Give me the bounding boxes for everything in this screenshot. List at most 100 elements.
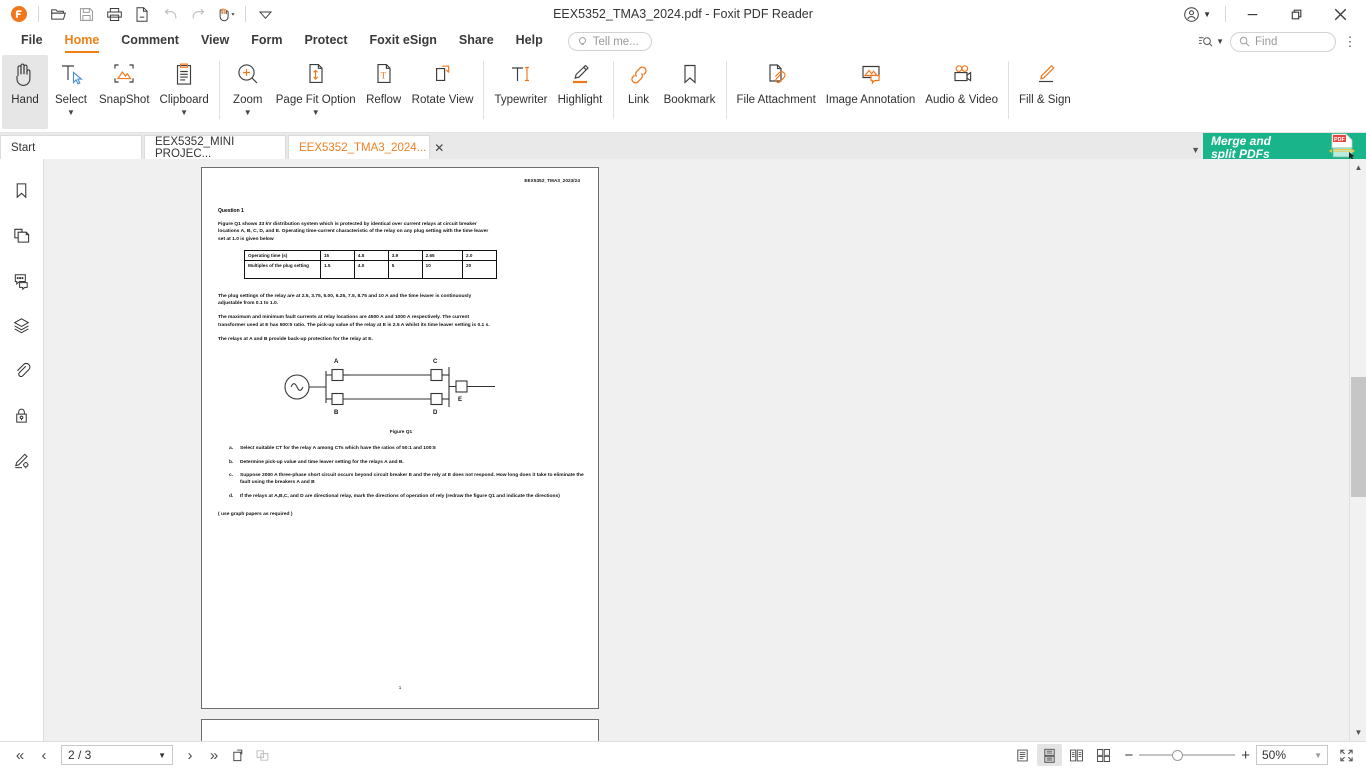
file-attachment-icon xyxy=(762,59,790,91)
rotate-page-button[interactable] xyxy=(226,744,250,766)
zoom-caret-icon[interactable]: ▼ xyxy=(244,108,252,117)
page-thumbnails-icon[interactable] xyxy=(9,222,35,248)
menu-share[interactable]: Share xyxy=(448,28,505,55)
zoom-slider[interactable] xyxy=(1139,749,1236,761)
search-options-button[interactable]: ▼ xyxy=(1198,34,1224,49)
ribbon-typewriter-label: Typewriter xyxy=(494,94,548,106)
layers-icon[interactable] xyxy=(9,312,35,338)
single-page-mode-button[interactable] xyxy=(1010,744,1035,766)
ribbon-reflow-button[interactable]: T Reflow xyxy=(361,55,407,129)
list-marker: b. xyxy=(229,459,234,465)
ribbon-reflow-label: Reflow xyxy=(366,94,402,106)
horizontal-scrollbar[interactable] xyxy=(44,736,1349,741)
tab-overflow-caret-icon[interactable]: ▼ xyxy=(1191,145,1200,155)
ribbon-fill-sign-button[interactable]: Fill & Sign xyxy=(1014,55,1076,129)
email-icon[interactable] xyxy=(129,2,155,26)
ribbon-typewriter-button[interactable]: Typewriter xyxy=(489,55,552,129)
account-button[interactable]: ▼ xyxy=(1179,6,1221,23)
page-fit-icon xyxy=(302,59,330,91)
ribbon-file-attachment-button[interactable]: File Attachment xyxy=(732,55,821,129)
menu-home[interactable]: Home xyxy=(54,28,111,55)
two-page-continuous-mode-button[interactable] xyxy=(1091,744,1116,766)
page-number-input[interactable]: 2 / 3 ▼ xyxy=(61,745,173,765)
ribbon-image-annotation-button[interactable]: Image Annotation xyxy=(821,55,921,129)
continuous-scroll-mode-button[interactable] xyxy=(1037,744,1063,766)
vertical-scrollbar[interactable]: ▲ ▼ xyxy=(1349,159,1366,741)
menu-comment[interactable]: Comment xyxy=(110,28,190,55)
quick-access-toolbar xyxy=(0,2,278,26)
first-page-button[interactable]: « xyxy=(8,744,32,766)
more-options-icon[interactable]: ⋮ xyxy=(1342,35,1358,48)
comments-icon[interactable] xyxy=(9,267,35,293)
close-button[interactable] xyxy=(1318,0,1362,28)
ribbon-select-button[interactable]: Select ▼ xyxy=(48,55,94,129)
ribbon-highlight-button[interactable]: Highlight xyxy=(553,55,608,129)
open-file-icon[interactable] xyxy=(45,2,71,26)
zoom-controls: − + 50% ▼ xyxy=(1124,744,1358,766)
tab-tma3-label: EEX5352_TMA3_2024... xyxy=(299,141,427,154)
figure-label-e: E xyxy=(458,397,462,403)
ribbon-snapshot-button[interactable]: SnapShot xyxy=(94,55,155,129)
ribbon-zoom-button[interactable]: Zoom ▼ xyxy=(225,55,271,129)
minimize-button[interactable] xyxy=(1230,0,1274,28)
hand-tool-icon[interactable] xyxy=(213,2,239,26)
tab-eex5352-tma3-2024[interactable]: EEX5352_TMA3_2024... ✕ xyxy=(288,135,444,159)
fullscreen-button[interactable] xyxy=(1334,744,1358,766)
security-icon[interactable] xyxy=(9,402,35,428)
zoom-slider-knob[interactable] xyxy=(1172,749,1184,761)
ribbon-audio-video-button[interactable]: Audio & Video xyxy=(920,55,1003,129)
rotate-icon xyxy=(232,749,242,761)
single-page-icon xyxy=(1017,749,1029,761)
tab-close-icon[interactable]: ✕ xyxy=(434,141,444,155)
last-page-button[interactable]: » xyxy=(202,744,226,766)
find-input[interactable]: Find xyxy=(1230,31,1336,52)
navigation-pane xyxy=(0,159,44,741)
ribbon-clipboard-button[interactable]: Clipboard ▼ xyxy=(155,55,214,129)
scroll-down-icon[interactable]: ▼ xyxy=(1350,724,1366,741)
zoom-out-button[interactable]: − xyxy=(1124,747,1133,764)
ribbon-bookmark-button[interactable]: Bookmark xyxy=(659,55,721,129)
ribbon-snapshot-label: SnapShot xyxy=(99,94,150,106)
previous-page-button[interactable]: ‹ xyxy=(32,744,56,766)
scroll-up-icon[interactable]: ▲ xyxy=(1350,159,1366,176)
app-logo-icon[interactable] xyxy=(6,2,32,26)
tab-start[interactable]: Start xyxy=(0,135,142,159)
list-text: Select suitable CT for the relay A among… xyxy=(240,446,436,452)
ribbon-page-fit-button[interactable]: Page Fit Option ▼ xyxy=(271,55,361,129)
menu-file[interactable]: File xyxy=(10,28,54,55)
two-page-mode-button[interactable] xyxy=(1064,744,1089,766)
menu-foxit-esign[interactable]: Foxit eSign xyxy=(359,28,448,55)
menu-help[interactable]: Help xyxy=(505,28,554,55)
select-caret-icon[interactable]: ▼ xyxy=(67,108,75,117)
two-page-icon xyxy=(1070,749,1084,761)
menu-form[interactable]: Form xyxy=(240,28,293,55)
restore-button[interactable] xyxy=(1274,0,1318,28)
clipboard-caret-icon[interactable]: ▼ xyxy=(180,108,188,117)
bookmarks-icon[interactable] xyxy=(9,177,35,203)
ribbon-rotate-view-button[interactable]: Rotate View xyxy=(407,55,479,129)
document-tab-strip: Start EEX5352_MINI PROJEC... EEX5352_TMA… xyxy=(0,133,1366,163)
customize-toolbar-icon[interactable] xyxy=(252,2,278,26)
compare-documents-button[interactable] xyxy=(250,744,274,766)
digital-signatures-icon[interactable] xyxy=(9,447,35,473)
ribbon-link-button[interactable]: Link xyxy=(619,55,659,129)
page-fit-caret-icon[interactable]: ▼ xyxy=(312,108,320,117)
print-icon[interactable] xyxy=(101,2,127,26)
menu-protect[interactable]: Protect xyxy=(293,28,358,55)
zoom-level-caret-icon[interactable]: ▼ xyxy=(1314,751,1322,760)
ribbon-hand-button[interactable]: Hand xyxy=(2,55,48,129)
next-page-button[interactable]: › xyxy=(178,744,202,766)
scrollbar-thumb[interactable] xyxy=(1351,377,1366,497)
zoom-level-input[interactable]: 50% ▼ xyxy=(1256,745,1328,765)
table-cell: 3.9 xyxy=(387,249,423,261)
tab-eex5352-mini-project[interactable]: EEX5352_MINI PROJEC... xyxy=(144,135,286,160)
zoom-in-button[interactable]: + xyxy=(1241,747,1250,764)
tell-me-search[interactable]: Tell me... xyxy=(567,32,652,51)
relay-characteristic-table: Operating time (s) 15 4.5 3.9 2.65 2.0 M… xyxy=(244,249,497,279)
attachments-icon[interactable] xyxy=(9,357,35,383)
menu-view[interactable]: View xyxy=(190,28,240,55)
window-controls: ▼ xyxy=(1179,0,1366,28)
save-file-icon[interactable] xyxy=(73,2,99,26)
document-viewer[interactable]: EEX5352_TMA3_2023/24 Question 1 Figure Q… xyxy=(44,159,1349,741)
page-number-caret-icon[interactable]: ▼ xyxy=(158,751,166,760)
